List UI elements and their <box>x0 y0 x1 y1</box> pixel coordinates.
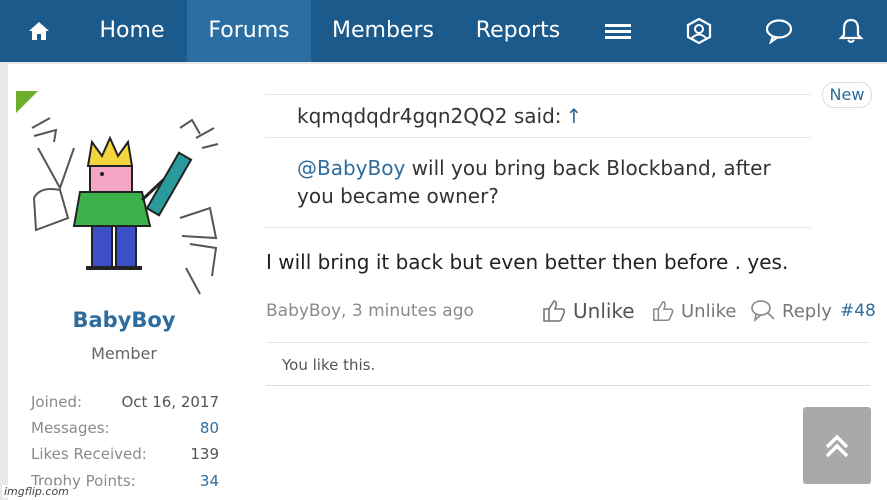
nav-forums[interactable]: Forums <box>187 0 311 62</box>
home-icon[interactable] <box>18 0 60 62</box>
menu-icon[interactable] <box>598 0 638 62</box>
unlike-label: Unlike <box>681 300 737 322</box>
username[interactable]: BabyBoy <box>8 308 240 332</box>
double-chevron-up-icon <box>825 434 849 457</box>
reply-label: Reply <box>782 300 832 322</box>
stat-value-link[interactable]: 34 <box>200 472 219 490</box>
stat-label: Likes Received: <box>31 445 147 463</box>
user-mention[interactable]: @BabyBoy <box>297 156 405 180</box>
watermark: imgflip.com <box>2 485 71 498</box>
thumbs-up-icon <box>653 301 674 321</box>
bell-icon[interactable] <box>833 0 869 62</box>
quote-author: kqmqdqdr4gqn2QQ2 said: <box>297 104 562 128</box>
user-title: Member <box>91 344 157 363</box>
unlike-label: Unlike <box>573 299 635 323</box>
post-message: I will bring it back but even better the… <box>266 250 789 274</box>
user-profile-icon[interactable] <box>681 0 717 62</box>
reply-bubble-icon <box>751 300 775 322</box>
nav-members[interactable]: Members <box>322 0 444 62</box>
quote-body: @BabyBoy will you bring back Blockband, … <box>265 142 811 228</box>
reply-button[interactable]: Reply <box>750 296 832 326</box>
post-container: BabyBoy Member Joined: Oct 16, 2017 Mess… <box>8 64 887 500</box>
stat-value-link[interactable]: 80 <box>200 419 219 437</box>
post-meta[interactable]: BabyBoy, 3 minutes ago <box>266 301 474 321</box>
nav-reports[interactable]: Reports <box>466 0 570 62</box>
thumbs-up-icon <box>543 300 566 322</box>
stat-messages: Messages: 80 <box>31 419 219 441</box>
chat-bubble-icon[interactable] <box>761 0 797 62</box>
stat-label: Joined: <box>31 393 83 411</box>
quote-header: kqmqdqdr4gqn2QQ2 said: ↑ <box>265 94 811 138</box>
stat-likes-received: Likes Received: 139 <box>31 445 219 467</box>
avatar[interactable] <box>30 108 220 298</box>
stat-value: Oct 16, 2017 <box>121 393 220 411</box>
post-number-link[interactable]: #48 <box>840 301 876 321</box>
stat-label: Messages: <box>31 419 110 437</box>
quote-jump-arrow[interactable]: ↑ <box>566 104 583 128</box>
stat-value: 139 <box>190 445 219 463</box>
unlike-button[interactable]: Unlike <box>541 296 635 326</box>
new-badge: New <box>822 82 872 108</box>
unlike-button-secondary[interactable]: Unlike <box>651 296 736 326</box>
stat-joined: Joined: Oct 16, 2017 <box>31 393 219 415</box>
top-nav-bar: Home Forums Members Reports <box>0 0 887 62</box>
scroll-to-top-button[interactable] <box>803 407 871 484</box>
likes-summary: You like this. <box>266 342 870 386</box>
nav-home[interactable]: Home <box>90 0 174 62</box>
